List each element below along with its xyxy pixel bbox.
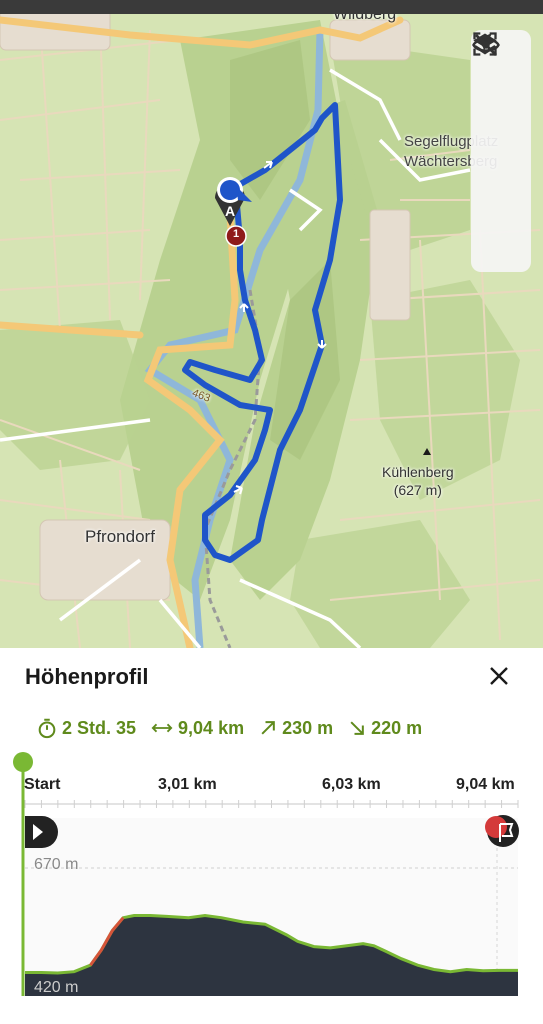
- route-stats: 2 Std. 35 9,04 km 230 m 220 m: [36, 715, 436, 741]
- place-label-kuehlenberg: Kühlenberg (627 m): [382, 463, 454, 499]
- peak-name: Kühlenberg: [382, 464, 454, 480]
- y-tick-label-top: 670 m: [34, 856, 79, 873]
- descent-value: 220 m: [371, 717, 423, 738]
- status-bar: [0, 0, 543, 14]
- ascent-stat: 230 m: [258, 718, 333, 739]
- layers-button[interactable]: [473, 33, 521, 142]
- focus-route-button[interactable]: [473, 32, 521, 200]
- peak-elevation: (627 m): [393, 482, 442, 498]
- duration-stat: 2 Std. 35: [36, 717, 136, 739]
- map-controls: [471, 30, 531, 272]
- position-cursor-knob: [13, 752, 33, 772]
- duration-value: 2 Std. 35: [62, 717, 137, 738]
- map-view[interactable]: Wildberg Segelflugplatz Wächtersberg Küh…: [0, 0, 543, 648]
- place-label-pfrondorf: Pfrondorf: [85, 527, 155, 546]
- descent-stat: 220 m: [347, 718, 422, 739]
- map-canvas: [0, 0, 541, 648]
- stopwatch-icon: [38, 718, 56, 739]
- waypoint-number: 1: [232, 228, 240, 240]
- y-tick-label-bottom: 420 m: [34, 979, 79, 996]
- close-icon: [490, 667, 508, 685]
- elevation-chart[interactable]: [0, 748, 543, 1000]
- distance-icon: [151, 723, 173, 733]
- distance-stat: 9,04 km: [150, 717, 244, 739]
- hide-route-button[interactable]: [472, 34, 521, 257]
- close-button[interactable]: [481, 660, 517, 692]
- start-marker-letter: A: [224, 203, 236, 219]
- ascent-icon: [261, 721, 275, 735]
- app-screen: Wildberg Segelflugplatz Wächtersberg Küh…: [0, 0, 543, 1024]
- sheet-title: Höhenprofil: [25, 664, 149, 689]
- hide-icon: [472, 34, 500, 56]
- descent-icon: [350, 721, 364, 735]
- distance-value: 9,04 km: [178, 717, 245, 738]
- finish-pin-dot: [485, 816, 507, 838]
- ascent-value: 230 m: [282, 717, 334, 738]
